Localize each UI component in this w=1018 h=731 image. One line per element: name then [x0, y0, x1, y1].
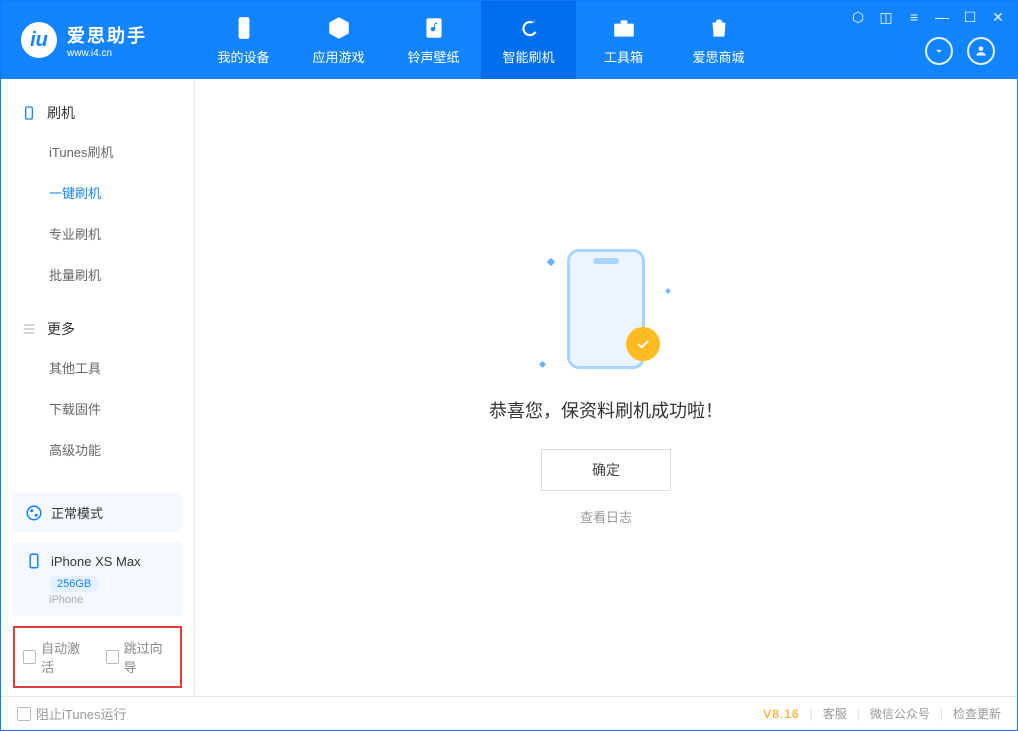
store-icon: [706, 15, 732, 41]
sparkle-icon: [539, 361, 546, 368]
footer-link-wechat[interactable]: 微信公众号: [870, 705, 930, 722]
nav-ringtones[interactable]: 铃声壁纸: [386, 1, 481, 79]
cube-icon: [326, 15, 352, 41]
device-storage-badge: 256GB: [49, 576, 99, 592]
main-content: 恭喜您，保资料刷机成功啦！ 确定 查看日志: [195, 79, 1017, 696]
nav-my-device[interactable]: 我的设备: [196, 1, 291, 79]
toolbox-icon: [611, 15, 637, 41]
skin-icon[interactable]: ◫: [877, 9, 895, 26]
device-type: iPhone: [49, 594, 170, 606]
sidebar-item-download-firmware[interactable]: 下载固件: [1, 388, 194, 429]
footer-link-update[interactable]: 检查更新: [953, 705, 1001, 722]
download-button[interactable]: [925, 37, 953, 65]
header: iu 爱思助手 www.i4.cn 我的设备 应用游戏 铃声壁纸 智能刷机 工具…: [1, 1, 1017, 79]
checkbox-icon: [23, 650, 36, 664]
sidebar-item-advanced[interactable]: 高级功能: [1, 429, 194, 470]
checkbox-block-itunes[interactable]: 阻止iTunes运行: [17, 704, 127, 723]
device-info-box[interactable]: iPhone XS Max 256GB iPhone: [13, 542, 182, 616]
maximize-icon[interactable]: ☐: [961, 9, 979, 26]
version-label: V8.16: [763, 707, 799, 721]
success-message: 恭喜您，保资料刷机成功啦！: [489, 397, 723, 423]
checkbox-skip-guide[interactable]: 跳过向导: [106, 638, 173, 676]
refresh-icon: [516, 15, 542, 41]
logo[interactable]: iu 爱思助手 www.i4.cn: [1, 22, 196, 59]
check-circle-icon: [626, 327, 660, 361]
sidebar-item-oneclick-flash[interactable]: 一键刷机: [1, 172, 194, 213]
view-log-link[interactable]: 查看日志: [580, 507, 632, 526]
nav-apps[interactable]: 应用游戏: [291, 1, 386, 79]
sidebar-section-flash[interactable]: 刷机: [1, 95, 194, 131]
footer: 阻止iTunes运行 V8.16 | 客服 | 微信公众号 | 检查更新: [1, 696, 1017, 730]
checkbox-auto-activate[interactable]: 自动激活: [23, 638, 90, 676]
sidebar-item-batch-flash[interactable]: 批量刷机: [1, 254, 194, 295]
music-icon: [421, 15, 447, 41]
device-name: iPhone XS Max: [51, 554, 141, 569]
app-title: 爱思助手: [67, 22, 147, 48]
mode-icon: [25, 504, 43, 522]
menu-icon[interactable]: ≡: [905, 9, 923, 26]
logo-icon: iu: [21, 22, 57, 58]
app-subtitle: www.i4.cn: [67, 48, 147, 59]
phone-icon: [21, 105, 37, 121]
close-icon[interactable]: ✕: [989, 9, 1007, 26]
pin-icon[interactable]: ⬡: [849, 9, 867, 26]
titlebar-controls: ⬡ ◫ ≡ ― ☐ ✕: [849, 9, 1007, 26]
checkbox-icon: [106, 650, 119, 664]
sparkle-icon: [547, 258, 555, 266]
nav-flash[interactable]: 智能刷机: [481, 1, 576, 79]
minimize-icon[interactable]: ―: [933, 9, 951, 26]
list-icon: [21, 321, 37, 337]
header-right-buttons: [925, 37, 995, 65]
success-illustration: [546, 249, 666, 369]
options-highlight-box: 自动激活 跳过向导: [13, 626, 182, 688]
checkbox-icon: [17, 707, 31, 721]
footer-link-service[interactable]: 客服: [823, 705, 847, 722]
user-button[interactable]: [967, 37, 995, 65]
sidebar-section-more[interactable]: 更多: [1, 311, 194, 347]
device-mode-box[interactable]: 正常模式: [13, 493, 182, 532]
ok-button[interactable]: 确定: [541, 449, 671, 491]
mode-label: 正常模式: [51, 503, 103, 522]
sidebar-item-other-tools[interactable]: 其他工具: [1, 347, 194, 388]
top-nav: 我的设备 应用游戏 铃声壁纸 智能刷机 工具箱 爱思商城: [196, 1, 766, 79]
sidebar-item-itunes-flash[interactable]: iTunes刷机: [1, 131, 194, 172]
device-icon: [231, 15, 257, 41]
phone-small-icon: [25, 552, 43, 570]
nav-store[interactable]: 爱思商城: [671, 1, 766, 79]
nav-toolbox[interactable]: 工具箱: [576, 1, 671, 79]
sidebar-item-pro-flash[interactable]: 专业刷机: [1, 213, 194, 254]
sparkle-icon: [665, 288, 671, 294]
sidebar: 刷机 iTunes刷机 一键刷机 专业刷机 批量刷机 更多 其他工具 下载固件 …: [1, 79, 195, 696]
